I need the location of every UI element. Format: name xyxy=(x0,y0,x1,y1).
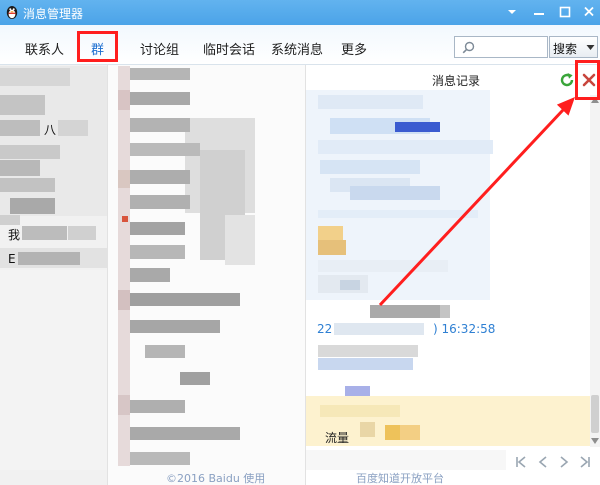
redacted-block xyxy=(318,210,478,218)
redacted-block xyxy=(130,293,240,306)
next-page-icon[interactable] xyxy=(557,455,571,469)
redacted-block xyxy=(318,358,413,370)
redacted-block xyxy=(0,178,55,192)
redacted-block xyxy=(118,395,130,415)
redacted-block xyxy=(130,400,185,413)
redacted-block xyxy=(440,305,450,318)
redacted-block xyxy=(145,345,185,358)
redacted-block xyxy=(400,425,420,440)
message-sender: 22 xyxy=(317,322,333,336)
redacted-block xyxy=(318,140,493,154)
redacted-block xyxy=(395,122,440,132)
redacted-block xyxy=(118,90,130,110)
redacted-block xyxy=(306,450,506,470)
redacted-block xyxy=(318,260,448,272)
redacted-block xyxy=(0,215,20,225)
redacted-block xyxy=(0,160,40,176)
redacted-block xyxy=(130,143,200,156)
redacted-block xyxy=(130,427,240,440)
redacted-block xyxy=(130,92,190,105)
redacted-block xyxy=(130,118,190,132)
redacted-block xyxy=(130,452,190,465)
redacted-block xyxy=(22,226,67,240)
redacted-block xyxy=(0,120,40,136)
redacted-block xyxy=(130,245,185,259)
redacted-block xyxy=(318,240,346,255)
redacted-block xyxy=(340,280,360,290)
redacted-block xyxy=(0,270,107,470)
contact-name-fragment: 我 xyxy=(8,228,21,242)
redacted-block xyxy=(370,305,440,318)
contact-name-fragment: E xyxy=(8,252,16,266)
redacted-block xyxy=(0,145,60,159)
redacted-block xyxy=(360,422,375,437)
redacted-block xyxy=(318,345,418,357)
redacted-block xyxy=(225,215,255,265)
redacted-block xyxy=(180,372,210,385)
redacted-block xyxy=(118,170,130,188)
last-page-icon[interactable] xyxy=(577,455,591,469)
redacted-block xyxy=(68,226,96,240)
watermark-copyright: ©2016 Baidu 使用 xyxy=(166,472,266,485)
prev-page-icon[interactable] xyxy=(536,455,550,469)
message-scrollbar[interactable] xyxy=(590,95,600,447)
redacted-block xyxy=(385,425,400,440)
redacted-block xyxy=(130,68,190,80)
annotation-box-group-tab xyxy=(77,31,118,62)
highlighted-message-text: 流量 xyxy=(325,431,350,445)
first-page-icon[interactable] xyxy=(515,455,529,469)
redacted-block xyxy=(10,198,55,214)
redacted-block xyxy=(334,323,424,335)
redacted-block xyxy=(318,95,423,109)
annotation-box-delete-icon xyxy=(575,60,600,100)
refresh-icon[interactable] xyxy=(559,72,575,88)
redacted-block xyxy=(118,290,130,310)
redacted-block xyxy=(122,216,128,222)
redacted-block xyxy=(320,405,400,417)
redacted-block xyxy=(320,160,420,174)
redacted-block xyxy=(58,120,88,136)
contact-name-fragment: 八 xyxy=(44,123,57,137)
redacted-block xyxy=(130,222,185,235)
redacted-block xyxy=(130,320,220,333)
scroll-thumb[interactable] xyxy=(591,395,599,433)
redacted-block xyxy=(0,66,107,216)
redacted-content-layer xyxy=(0,0,600,485)
watermark-platform: 百度知道开放平台 xyxy=(356,472,444,485)
message-history-title: 消息记录 xyxy=(432,74,481,88)
redacted-block xyxy=(18,252,80,265)
scroll-down-icon[interactable] xyxy=(591,438,599,444)
redacted-block xyxy=(0,95,45,115)
message-timestamp: ) 16:32:58 xyxy=(433,322,496,336)
redacted-block xyxy=(350,186,440,200)
redacted-block xyxy=(130,195,190,209)
redacted-block xyxy=(130,268,170,282)
redacted-block xyxy=(0,68,70,86)
redacted-block xyxy=(130,170,190,184)
